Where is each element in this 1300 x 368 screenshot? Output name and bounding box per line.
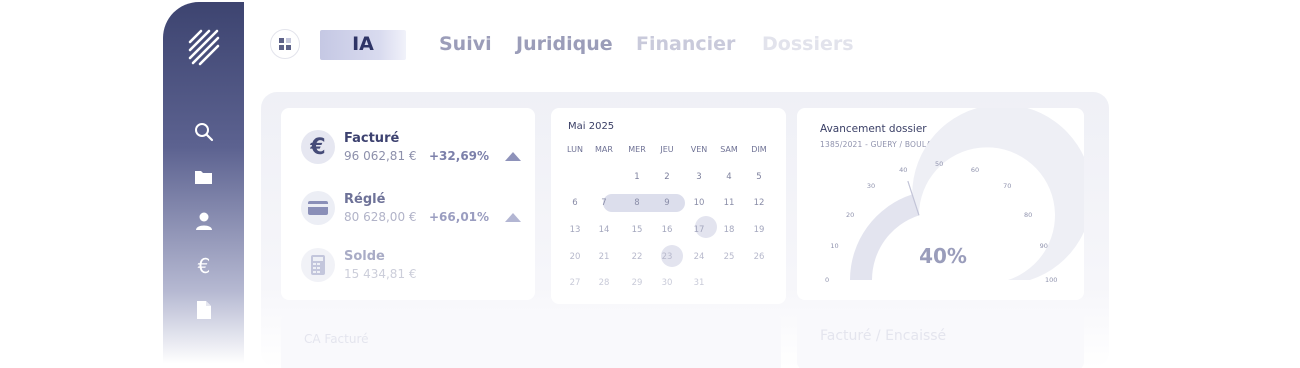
- calendar-day[interactable]: 14: [592, 220, 616, 240]
- calendar-day[interactable]: 1: [625, 167, 649, 187]
- card-title: Facturé / Encaissé: [820, 328, 947, 344]
- calendar-day[interactable]: 4: [717, 167, 741, 187]
- calendar-day[interactable]: 2: [655, 167, 679, 187]
- calendar-day[interactable]: 23: [655, 247, 679, 267]
- document-icon[interactable]: [193, 299, 215, 321]
- gauge-chart: [850, 108, 1084, 280]
- calendar-weekday: SAM: [720, 145, 738, 154]
- calendar-day[interactable]: 17: [687, 220, 711, 240]
- stats-card: € Facturé 96 062,81 € +32,69% Réglé 80 6…: [281, 108, 535, 300]
- tab-financier[interactable]: Financier: [636, 30, 735, 60]
- search-icon[interactable]: [193, 121, 215, 143]
- calendar-day[interactable]: 20: [563, 247, 587, 267]
- stat-value: 80 628,00 €: [344, 210, 417, 224]
- gauge-tick-label: 0: [825, 276, 830, 284]
- calendar-day[interactable]: 8: [625, 193, 649, 213]
- logo-icon[interactable]: [187, 28, 221, 68]
- gauge-value-label: 40%: [919, 244, 967, 268]
- stat-regle: Réglé 80 628,00 € +66,01%: [301, 191, 531, 231]
- calendar-day[interactable]: 11: [717, 193, 741, 213]
- folder-icon[interactable]: [193, 166, 215, 188]
- calendar-day[interactable]: 21: [592, 247, 616, 267]
- calendar-day[interactable]: 28: [592, 273, 616, 293]
- gauge-tick-label: 50: [935, 160, 944, 168]
- calendar-weekday: MAR: [595, 145, 613, 154]
- calendar-weekday: DIM: [751, 145, 767, 154]
- gauge-tick-label: 70: [1003, 182, 1012, 191]
- calendar-day[interactable]: 7: [592, 193, 616, 213]
- gauge-filled-arc: [850, 194, 919, 280]
- tab-juridique[interactable]: Juridique: [516, 30, 613, 60]
- calendar-weekday: MER: [628, 145, 646, 154]
- calendar-day[interactable]: 9: [655, 193, 679, 213]
- euro-icon: €: [301, 130, 335, 164]
- gauge-tick-label: 30: [866, 182, 876, 191]
- calendar-day[interactable]: 19: [747, 220, 771, 240]
- card-title: CA Facturé: [304, 332, 369, 346]
- gauge-tick-label: 80: [1023, 211, 1033, 220]
- trend-up-icon: [505, 152, 521, 161]
- tab-dossiers[interactable]: Dossiers: [762, 30, 854, 60]
- calendar-weekday: VEN: [690, 145, 708, 154]
- stat-value: 96 062,81 €: [344, 149, 417, 163]
- calendar-card: Mai 2025 LUN MAR MER JEU VEN SAM DIM 1 2 3 4 5 6 7 8 9 1…: [551, 108, 786, 304]
- facture-encaisse-card: Facturé / Encaissé: [797, 310, 1084, 368]
- user-icon[interactable]: [193, 210, 215, 232]
- stat-label: Réglé: [344, 192, 386, 207]
- grid-icon: [279, 38, 291, 50]
- layout-grid-button[interactable]: [270, 29, 300, 59]
- calendar-day[interactable]: 12: [747, 193, 771, 213]
- gauge-tick-label: 90: [1039, 242, 1048, 250]
- calendar-day[interactable]: 16: [655, 220, 679, 240]
- calendar-weekday: LUN: [567, 145, 583, 154]
- calendar-day[interactable]: 3: [687, 167, 711, 187]
- stat-label: Facturé: [344, 131, 400, 146]
- stat-label: Solde: [344, 249, 385, 264]
- calendar-day[interactable]: 31: [687, 273, 711, 293]
- calendar-day[interactable]: 6: [563, 193, 587, 213]
- dashboard-panel: € Facturé 96 062,81 € +32,69% Réglé 80 6…: [261, 92, 1109, 368]
- calculator-icon: [301, 248, 335, 282]
- calendar-day[interactable]: 18: [717, 220, 741, 240]
- calendar-day[interactable]: 26: [747, 247, 771, 267]
- calendar-day[interactable]: 15: [625, 220, 649, 240]
- calendar-month: Mai 2025: [568, 121, 615, 132]
- gauge-tick-label: 10: [830, 242, 839, 250]
- gauge-tick-label: 100: [1045, 276, 1058, 284]
- credit-card-icon: [301, 191, 335, 225]
- gauge-tick-label: 40: [899, 165, 908, 174]
- calendar-weekday: JEU: [660, 145, 674, 154]
- calendar-day[interactable]: 22: [625, 247, 649, 267]
- stat-solde: Solde 15 434,81 €: [301, 248, 531, 288]
- gauge-tick-label: 60: [970, 165, 980, 174]
- ca-facture-card: CA Facturé: [281, 314, 781, 368]
- euro-icon[interactable]: €: [193, 255, 215, 277]
- calendar-day[interactable]: 25: [717, 247, 741, 267]
- stat-value: 15 434,81 €: [344, 267, 417, 281]
- progress-gauge-card: Avancement dossier 1385/2021 - GUERY / B…: [797, 108, 1084, 300]
- stat-facture: € Facturé 96 062,81 € +32,69%: [301, 130, 531, 170]
- calendar-day[interactable]: 10: [687, 193, 711, 213]
- tab-ia[interactable]: IA: [320, 30, 406, 60]
- sidebar: €: [163, 2, 244, 364]
- calendar-day[interactable]: 30: [655, 273, 679, 293]
- stat-change: +66,01%: [429, 210, 490, 224]
- calendar-day[interactable]: 27: [563, 273, 587, 293]
- trend-up-icon: [505, 213, 521, 222]
- calendar-day[interactable]: 5: [747, 167, 771, 187]
- tab-suivi[interactable]: Suivi: [439, 30, 492, 60]
- gauge-tick-label: 20: [846, 211, 855, 220]
- calendar-day[interactable]: 29: [625, 273, 649, 293]
- calendar-day[interactable]: 24: [687, 247, 711, 267]
- calendar-day[interactable]: 13: [563, 220, 587, 240]
- stat-change: +32,69%: [429, 149, 490, 163]
